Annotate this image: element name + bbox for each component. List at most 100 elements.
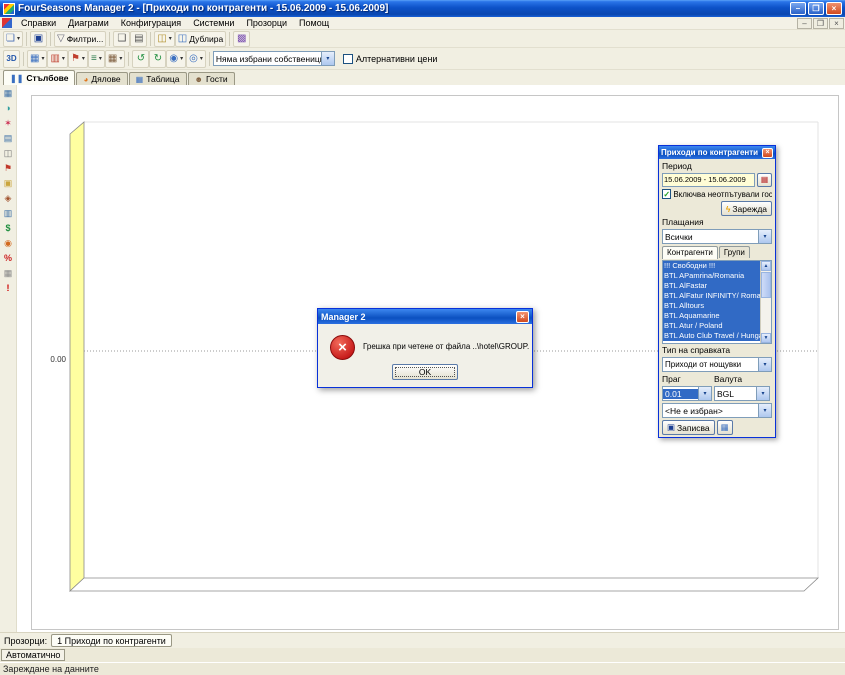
view-3d-button[interactable]: 3D	[3, 50, 20, 68]
menu-item-reports[interactable]: Справки	[15, 17, 62, 30]
panel-close-button[interactable]: ×	[762, 148, 773, 158]
extra-select[interactable]: <Не е избран> ▾	[662, 403, 772, 418]
duplicate-icon: ◫	[178, 33, 187, 44]
menu-item-configuration[interactable]: Конфигурация	[115, 17, 187, 30]
toolbar-separator	[150, 32, 151, 46]
report-type-select[interactable]: Приходи от нощувки ▾	[662, 357, 772, 372]
load-button-label: Зарежда	[732, 204, 767, 214]
alt-prices-checkbox[interactable]	[343, 54, 353, 64]
ok-button[interactable]: OK	[392, 364, 458, 380]
sidebar-alert-icon[interactable]: !	[2, 282, 15, 295]
tab-guests-label: Гости	[206, 74, 228, 84]
load-button[interactable]: ϟ Зарежда	[721, 201, 772, 216]
marker-style-button[interactable]: ⚑ ▾	[68, 50, 88, 68]
tab-table[interactable]: ▦ Таблица	[129, 72, 187, 85]
lines-icon: ≡	[91, 53, 97, 64]
list-item[interactable]: BTL AlFatur INFINITY/ Romani	[663, 291, 760, 301]
status-bar: Зареждане на данните	[0, 662, 845, 675]
grid-style-button[interactable]: ▦ ▾	[105, 50, 125, 68]
scroll-track[interactable]	[761, 299, 771, 333]
list-item[interactable]: BTL Auto Club Travel / Hunga	[663, 331, 760, 341]
list-item[interactable]: !!! Свободни !!!	[663, 261, 760, 271]
tab-shares[interactable]: ◕ Дялове	[76, 72, 127, 85]
save-button[interactable]: ▣	[30, 31, 47, 47]
sidebar-diamond-icon[interactable]: ◈	[2, 192, 15, 205]
list-item[interactable]: BTL Aquamarine	[663, 311, 760, 321]
period-label: Период	[662, 162, 772, 171]
tab-contractors[interactable]: Контрагенти	[662, 246, 718, 259]
rotate-right-button[interactable]: ↻	[149, 50, 166, 68]
scroll-down-button[interactable]: ▼	[761, 333, 771, 343]
owner-select[interactable]: Няма избрани собственици ▾	[213, 51, 335, 66]
list-item[interactable]: BTL APamrina/Romania	[663, 271, 760, 281]
list-item[interactable]: BTL AlFastar	[663, 281, 760, 291]
window-title: FourSeasons Manager 2 - [Приходи по конт…	[18, 3, 788, 14]
sidebar-percent-icon[interactable]: %	[2, 252, 15, 265]
restore-button[interactable]: ❐	[808, 2, 824, 15]
save-report-button-label: Записва	[677, 423, 710, 433]
chevron-down-icon: ▾	[200, 55, 203, 62]
window-tab-active[interactable]: 1 Приходи по контрагенти	[51, 634, 172, 647]
sidebar-flag-icon[interactable]: ⚑	[2, 162, 15, 175]
sidebar-target-icon[interactable]: ◉	[2, 237, 15, 250]
tab-groups[interactable]: Групи	[719, 246, 750, 258]
dialog-title-bar[interactable]: Manager 2 ×	[318, 309, 532, 324]
sidebar-dollar-icon[interactable]: $	[2, 222, 15, 235]
copy-button[interactable]: ◫ ▾	[154, 31, 174, 47]
mdi-close-button[interactable]: ×	[829, 18, 844, 29]
close-button[interactable]: ×	[826, 2, 842, 15]
panel-title-bar[interactable]: Приходи по контрагенти ×	[659, 146, 775, 159]
line-style-button[interactable]: ≡ ▾	[88, 50, 105, 68]
menu-bar: Справки Диаграми Конфигурация Системни П…	[0, 17, 845, 30]
sidebar-folder-icon[interactable]: ▣	[2, 177, 15, 190]
sidebar-report-icon[interactable]: ▤	[2, 132, 15, 145]
sidebar-pie-icon[interactable]: ◑	[2, 102, 15, 115]
lightning-icon: ϟ	[726, 204, 731, 214]
bar-style-button[interactable]: ▥ ▾	[47, 50, 67, 68]
minimize-button[interactable]: –	[790, 2, 806, 15]
sidebar-window-icon[interactable]: ◫	[2, 147, 15, 160]
chevron-down-icon: ▾	[62, 55, 65, 62]
threshold-input[interactable]: 0.01 ▾	[662, 386, 712, 401]
auto-button[interactable]: Автоматично	[1, 649, 65, 661]
list-scrollbar[interactable]: ▲ ▼	[760, 261, 771, 343]
image-button[interactable]: ▩	[233, 31, 250, 47]
filter-icon: ▽	[57, 33, 65, 44]
scroll-up-button[interactable]: ▲	[761, 261, 771, 271]
toolbar-separator	[23, 52, 24, 66]
grid-options-button[interactable]: ▦	[717, 420, 733, 435]
include-guests-checkbox[interactable]: ✓	[662, 189, 671, 199]
sidebar-star-icon[interactable]: ✶	[2, 117, 15, 130]
zoom-in-button[interactable]: ◉ ▾	[166, 50, 186, 68]
scroll-thumb[interactable]	[761, 272, 771, 298]
period-input[interactable]: 15.06.2009 - 15.06.2009	[662, 173, 755, 187]
tab-guests[interactable]: ☻ Гости	[188, 72, 235, 85]
duplicate-button[interactable]: ◫ Дублира	[175, 31, 226, 47]
print-preview-button[interactable]: ❑	[113, 31, 130, 47]
flag-icon: ⚑	[71, 53, 80, 64]
save-report-button[interactable]: ▣ Записва	[662, 420, 715, 435]
menu-item-windows[interactable]: Прозорци	[240, 17, 293, 30]
sidebar-table-icon[interactable]: ▦	[2, 87, 15, 100]
menu-item-help[interactable]: Помощ	[293, 17, 335, 30]
currency-select[interactable]: BGL ▾	[714, 386, 770, 401]
sidebar-grid-icon[interactable]: ▥	[2, 207, 15, 220]
menu-item-system[interactable]: Системни	[187, 17, 240, 30]
zoom-out-button[interactable]: ◎ ▾	[186, 50, 206, 68]
tab-columns[interactable]: ❚❚ Стълбове	[3, 70, 75, 85]
mdi-minimize-button[interactable]: –	[797, 18, 812, 29]
filters-button[interactable]: ▽ Филтри...	[54, 31, 106, 47]
chart-type-button[interactable]: ▦ ▾	[27, 50, 47, 68]
list-item[interactable]: BTL Alltours	[663, 301, 760, 311]
payments-select[interactable]: Всички ▾	[662, 229, 772, 244]
tool-sidebar: ▦ ◑ ✶ ▤ ◫ ⚑ ▣ ◈ ▥ $ ◉ % ▦ !	[0, 85, 17, 632]
sidebar-cells-icon[interactable]: ▦	[2, 267, 15, 280]
new-document-button[interactable]: ❏ ▾	[3, 31, 23, 47]
menu-item-diagrams[interactable]: Диаграми	[62, 17, 115, 30]
calendar-button[interactable]: ▦	[757, 173, 772, 187]
print-button[interactable]: ▤	[130, 31, 147, 47]
list-item[interactable]: BTL Atur / Poland	[663, 321, 760, 331]
dialog-close-button[interactable]: ×	[516, 311, 529, 323]
mdi-restore-button[interactable]: ❐	[813, 18, 828, 29]
rotate-left-button[interactable]: ↺	[132, 50, 149, 68]
